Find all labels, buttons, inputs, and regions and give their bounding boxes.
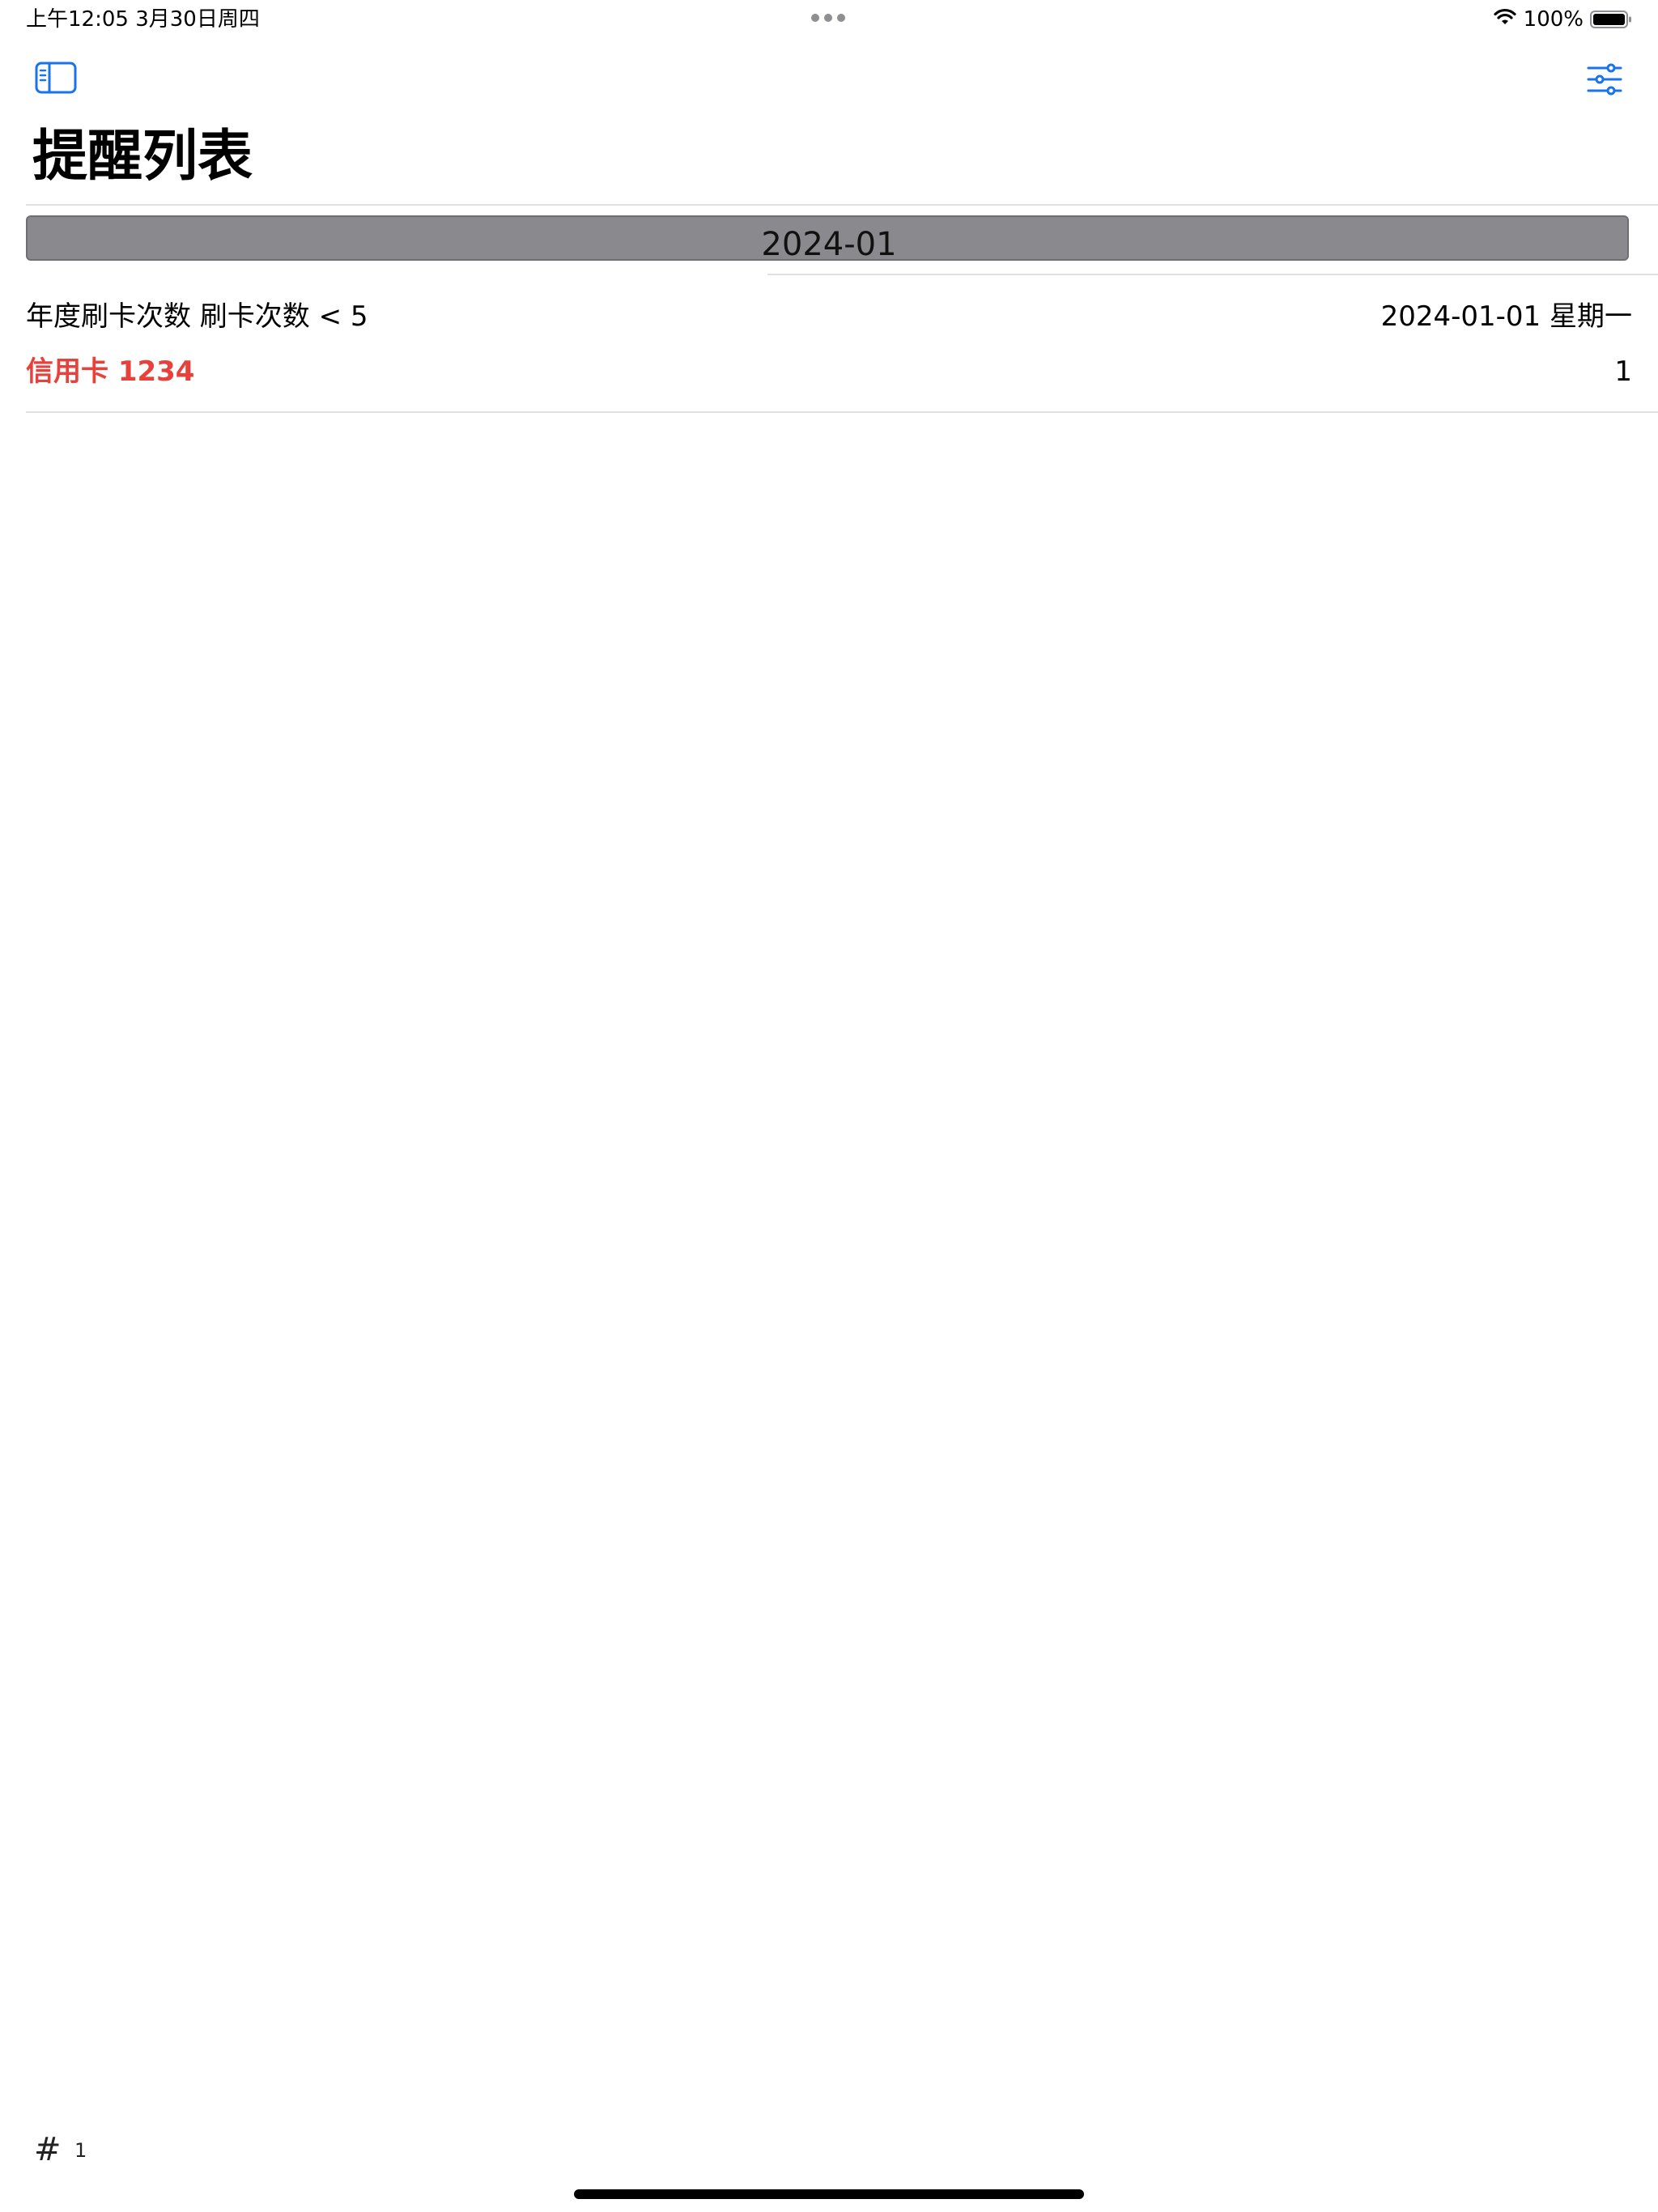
reminder-count: 1 — [1614, 355, 1632, 388]
section-header-divider — [767, 274, 1658, 275]
filter-button[interactable] — [1585, 60, 1624, 99]
battery-icon — [1590, 10, 1632, 29]
footer-hash-label: # — [34, 2131, 62, 2168]
reminder-date: 2024-01-01 星期一 — [1380, 300, 1632, 333]
sidebar-toggle-button[interactable] — [34, 60, 79, 97]
wifi-icon — [1493, 8, 1517, 31]
reminder-card-name: 信用卡 1234 — [26, 355, 195, 388]
reminder-title: 年度刷卡次数 刷卡次数 < 5 — [26, 300, 368, 333]
footer-count: 1 — [74, 2139, 87, 2162]
reminder-row[interactable]: 年度刷卡次数 刷卡次数 < 5 2024-01-01 星期一 信用卡 1234 … — [26, 280, 1632, 410]
sidebar-toggle-icon — [34, 62, 79, 100]
status-right-group: 100% — [1493, 6, 1632, 33]
section-header-label: 2024-01 — [761, 226, 897, 263]
app-screen: 上午12:05 3月30日周四 100% 提醒列表 2024-01 年度刷卡次数… — [0, 0, 1658, 2212]
battery-percent: 100% — [1523, 7, 1584, 32]
page-title: 提醒列表 — [32, 125, 253, 189]
sliders-filter-icon — [1585, 63, 1624, 102]
status-bar: 上午12:05 3月30日周四 100% — [0, 0, 1658, 39]
status-time-date: 上午12:05 3月30日周四 — [26, 7, 260, 32]
row-divider — [26, 411, 1658, 413]
multitasking-dots-icon[interactable] — [811, 14, 845, 22]
home-indicator[interactable] — [574, 2189, 1084, 2199]
title-divider — [26, 204, 1658, 206]
